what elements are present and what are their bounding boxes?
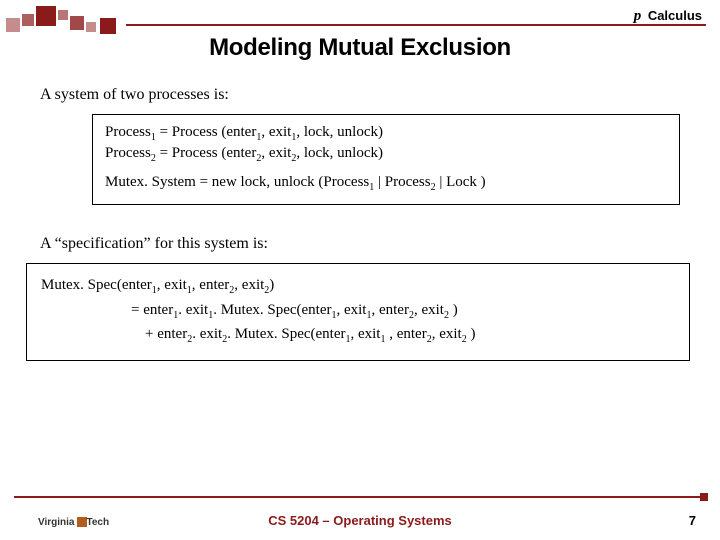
box2-line2: = enter1. exit1. Mutex. Spec(enter1, exi…: [131, 299, 677, 324]
box2-line3: + enter2. exit2. Mutex. Spec(enter1, exi…: [145, 323, 677, 348]
intro-para-1: A system of two processes is:: [40, 86, 680, 104]
box1-line3: Mutex. System = new lock, unlock (Proces…: [105, 173, 669, 194]
intro-para-2: A “specification” for this system is:: [40, 235, 680, 253]
header-topic: p Calculus: [634, 8, 702, 25]
pi-symbol: p: [634, 8, 642, 24]
definition-box-1: Process1 = Process (enter1, exit1, lock,…: [92, 114, 680, 205]
box1-line1: Process1 = Process (enter1, exit1, lock,…: [105, 123, 669, 144]
box2-line1: Mutex. Spec(enter1, exit1, enter2, exit2…: [41, 274, 677, 299]
footer-rule: [14, 496, 706, 498]
slide-footer: VirginiaTech CS 5204 – Operating Systems…: [0, 508, 720, 530]
box1-line2: Process2 = Process (enter2, exit2, lock,…: [105, 144, 669, 165]
footer-course: CS 5204 – Operating Systems: [0, 513, 720, 528]
definition-box-2: Mutex. Spec(enter1, exit1, enter2, exit2…: [26, 263, 690, 361]
slide-content: A system of two processes is: Process1 =…: [40, 86, 680, 361]
calculus-label: Calculus: [644, 8, 702, 23]
slide-title: Modeling Mutual Exclusion: [0, 34, 720, 62]
footer-rule-dot: [700, 493, 708, 501]
page-number: 7: [689, 513, 696, 528]
header-rule: [126, 24, 706, 26]
corner-decoration: [6, 6, 126, 36]
